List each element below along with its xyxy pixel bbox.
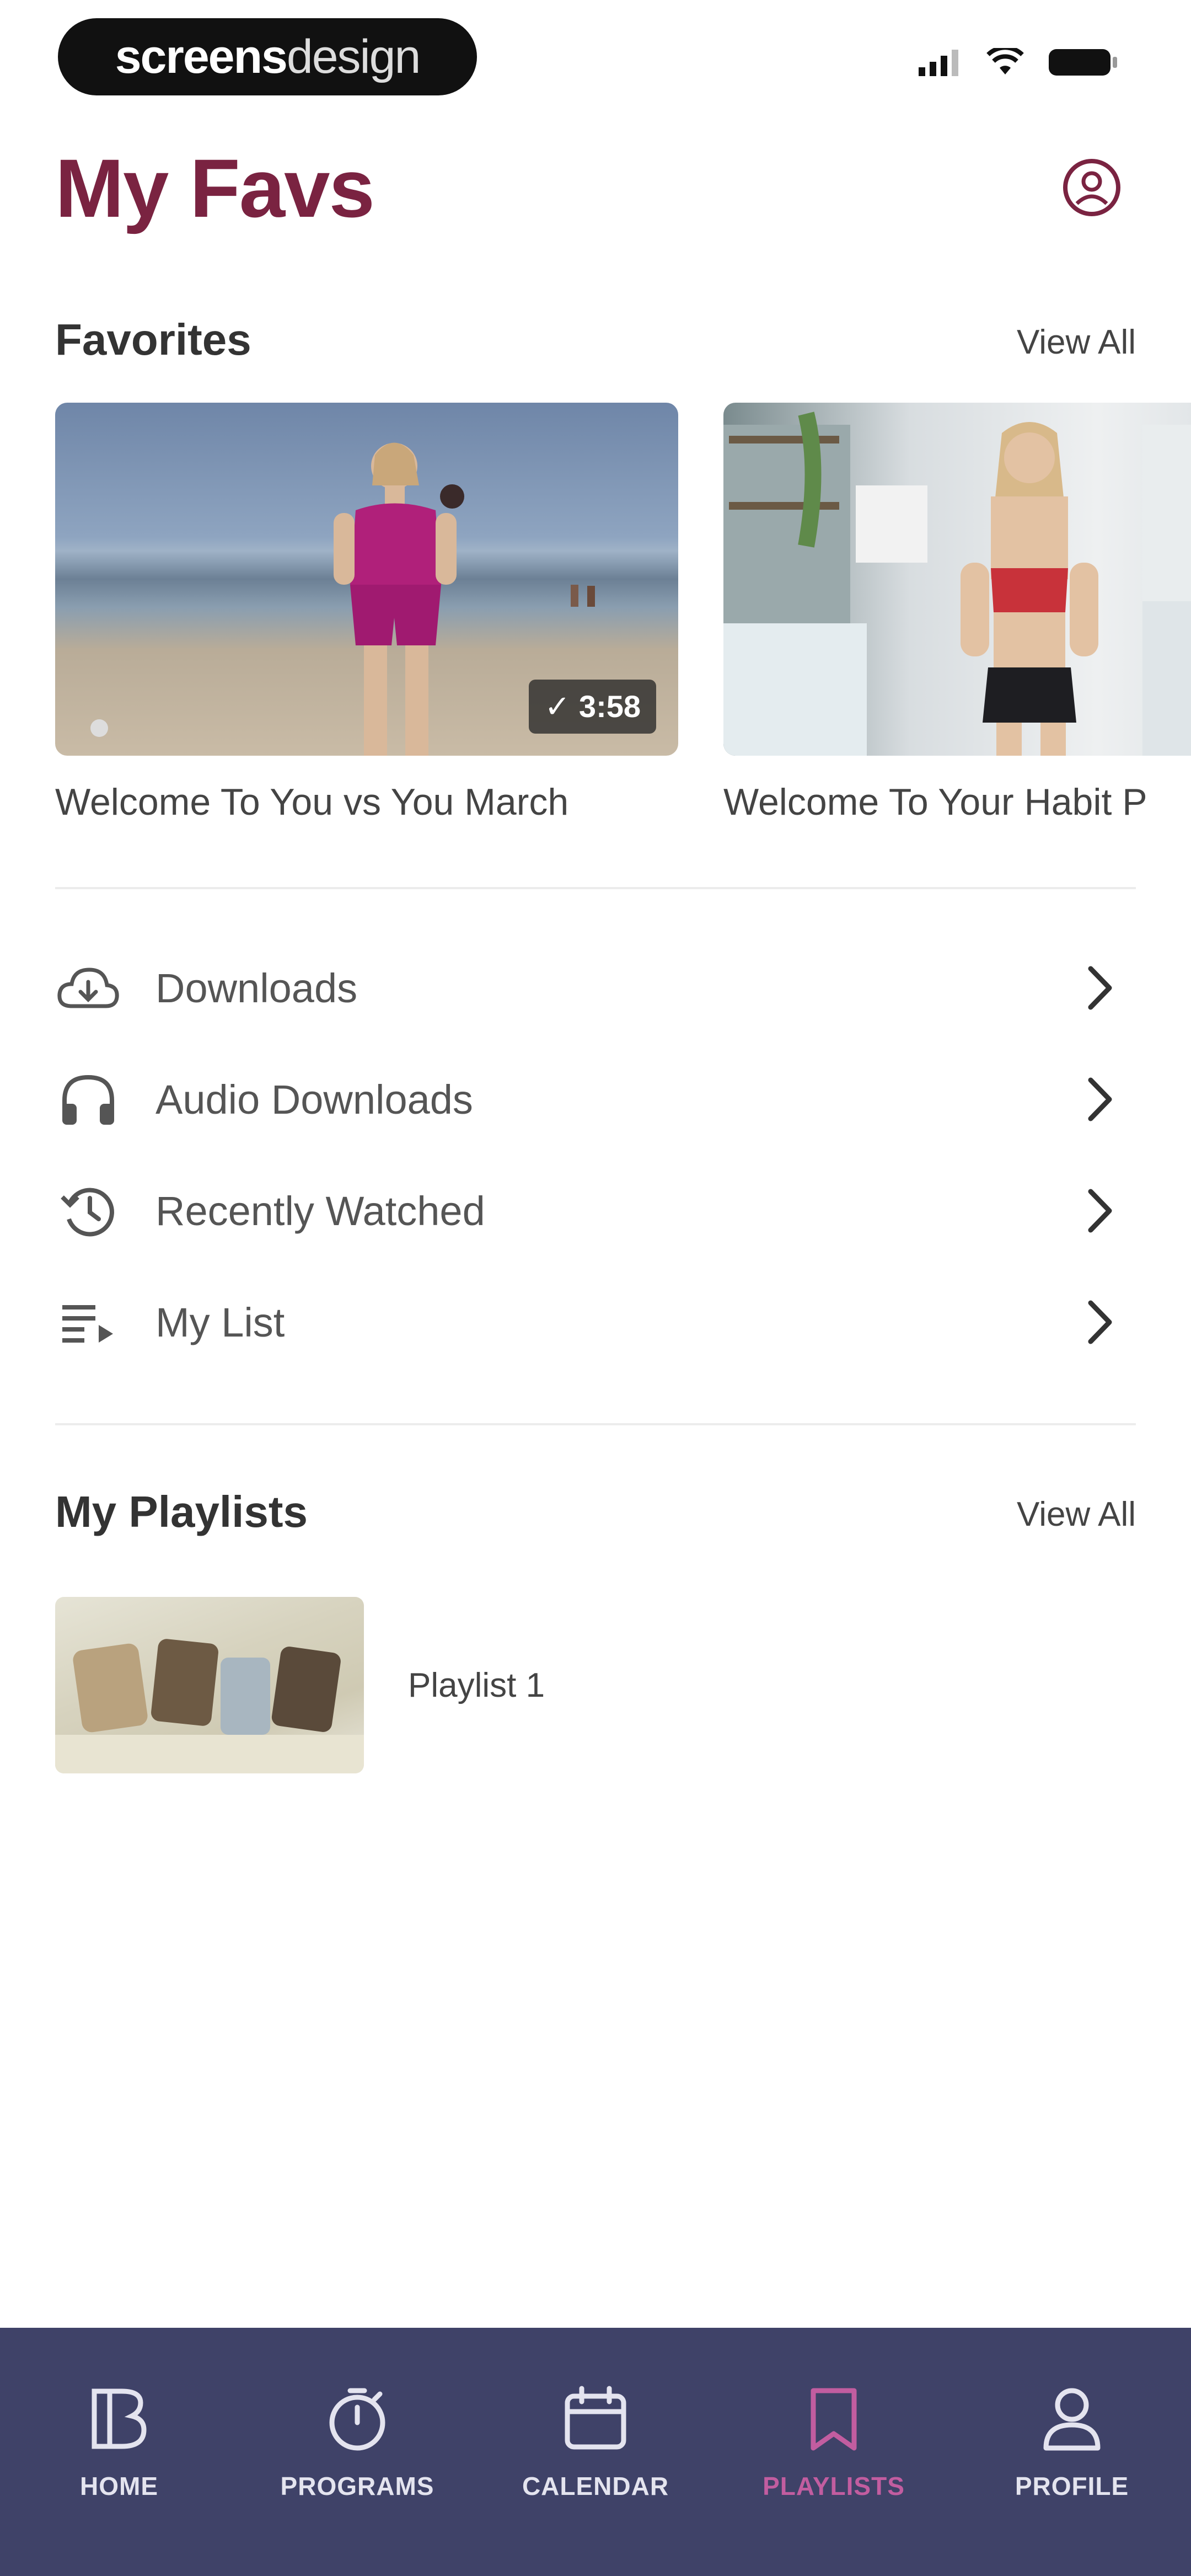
my-favs-screen: screens design My Favs Favorites View Al… (0, 0, 1191, 2576)
nav-label: PLAYLISTS (763, 2472, 905, 2500)
brand-logo-icon (92, 2388, 147, 2449)
nav-item-playlists[interactable]: PLAYLISTS (723, 2383, 944, 2576)
playlist-item[interactable]: Playlist 1 (55, 1597, 545, 1773)
user-circle-icon[interactable] (1061, 157, 1122, 218)
favorite-card[interactable]: Welcome To Your Habit P (723, 403, 1191, 824)
person-icon (1043, 2388, 1101, 2451)
menu-item-recently-watched[interactable]: Recently Watched (55, 1155, 1136, 1266)
stopwatch-icon (329, 2388, 385, 2451)
section-divider (55, 1423, 1136, 1425)
section-divider (55, 887, 1136, 889)
headphones-icon (55, 1066, 121, 1132)
menu-item-label: Recently Watched (155, 1188, 485, 1234)
brand-text-bold: screens (115, 30, 288, 83)
chevron-right-icon (1088, 1300, 1112, 1344)
brand-text-light: design (286, 30, 421, 83)
nav-label: PROGRAMS (280, 2472, 434, 2500)
playlist-thumbnail[interactable] (55, 1597, 364, 1773)
page-title: My Favs (55, 142, 375, 234)
nav-item-home[interactable]: HOME (9, 2383, 229, 2576)
menu-item-my-list[interactable]: My List (55, 1266, 1136, 1378)
nav-label: PROFILE (1015, 2472, 1129, 2500)
brand-badge: screens design (58, 18, 477, 95)
favorite-card[interactable]: ✓ 3:58 Welcome To You vs You March (55, 403, 678, 824)
playlists-title: My Playlists (55, 1487, 308, 1536)
calendar-icon (565, 2386, 626, 2450)
nav-item-calendar[interactable]: CALENDAR (485, 2383, 706, 2576)
playlists-view-all-link[interactable]: View All (1017, 1495, 1136, 1534)
chevron-right-icon (1088, 1189, 1112, 1233)
library-menu: Downloads Audio Downloads Recently Watch… (55, 932, 1136, 1378)
nav-label: HOME (80, 2472, 158, 2500)
wifi-icon (986, 48, 1024, 74)
menu-item-audio-downloads[interactable]: Audio Downloads (55, 1044, 1136, 1155)
favorites-title: Favorites (55, 315, 251, 364)
nav-label: CALENDAR (522, 2472, 669, 2500)
bookmark-icon (811, 2388, 857, 2451)
menu-item-label: Audio Downloads (155, 1076, 473, 1123)
nav-item-profile[interactable]: PROFILE (962, 2383, 1182, 2576)
signal-icon (919, 50, 958, 76)
menu-item-label: Downloads (155, 965, 358, 1011)
favorites-view-all-link[interactable]: View All (1017, 323, 1136, 362)
cloud-download-icon (55, 955, 121, 1021)
chevron-right-icon (1088, 1077, 1112, 1121)
playlist-thumbnail-image (55, 1639, 364, 1773)
duration-badge: ✓ 3:58 (529, 680, 656, 734)
status-bar: screens design (0, 0, 1191, 116)
favorites-carousel[interactable]: ✓ 3:58 Welcome To You vs You March Welco… (55, 403, 1191, 823)
menu-item-downloads[interactable]: Downloads (55, 932, 1136, 1044)
video-thumbnail[interactable] (723, 403, 1191, 756)
favorite-card-title: Welcome To Your Habit P (723, 781, 1147, 823)
bottom-nav: HOME PROGRAMS CALENDAR PLAYLISTS PROFILE (0, 2328, 1191, 2576)
playlist-add-icon (55, 1289, 121, 1355)
history-icon (55, 1178, 121, 1244)
playlist-label: Playlist 1 (408, 1666, 545, 1704)
favorite-card-title: Welcome To You vs You March (55, 781, 569, 823)
status-icons (919, 47, 1119, 78)
video-thumbnail-image (723, 411, 1191, 756)
chevron-right-icon (1088, 966, 1112, 1010)
nav-item-programs[interactable]: PROGRAMS (247, 2383, 468, 2576)
battery-icon (1049, 49, 1117, 76)
video-thumbnail[interactable]: ✓ 3:58 (55, 403, 678, 756)
menu-item-label: My List (155, 1299, 285, 1345)
